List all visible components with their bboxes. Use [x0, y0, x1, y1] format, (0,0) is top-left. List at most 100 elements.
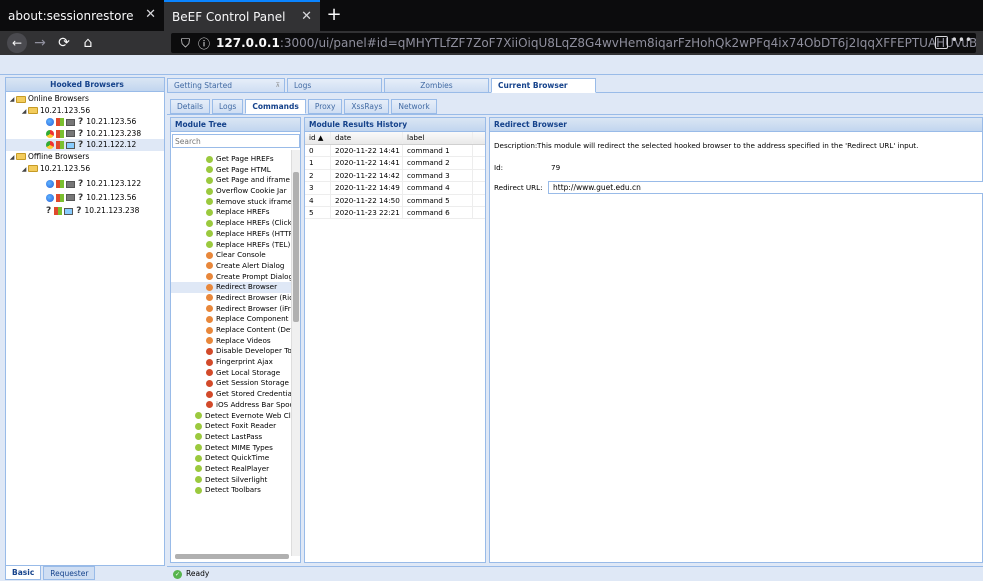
module-item[interactable]: Clear Console	[171, 250, 292, 261]
new-tab-button[interactable]: +	[320, 0, 348, 31]
module-label: Get Page and iframe HTML	[216, 175, 292, 185]
module-label: Redirect Browser (iFrame)	[216, 303, 292, 313]
tab-commands[interactable]: Commands	[245, 99, 306, 114]
tab-logs[interactable]: Logs	[287, 78, 382, 93]
module-item[interactable]: Fingerprint Ajax	[171, 357, 292, 368]
module-label: Redirect Browser (Rickroll)	[216, 292, 292, 302]
folder-icon	[28, 107, 38, 115]
module-item[interactable]: iOS Address Bar Spoofing	[171, 400, 292, 411]
hooked-browser-node[interactable]: ? 10.21.123.122	[6, 178, 164, 190]
tab-proxy[interactable]: Proxy	[307, 99, 343, 114]
tab-current-browser[interactable]: Current Browser	[491, 78, 596, 93]
module-item[interactable]: Create Alert Dialog	[171, 261, 292, 272]
module-item[interactable]: Disable Developer Tools	[171, 346, 292, 357]
close-tab-icon[interactable]: ✕	[301, 9, 312, 24]
table-row[interactable]: 4 2020-11-22 14:50 command 5	[305, 194, 485, 207]
tab-network[interactable]: Network	[391, 99, 437, 114]
module-label: Create Alert Dialog	[216, 260, 285, 270]
tab-requester[interactable]: Requester	[43, 566, 96, 580]
module-item[interactable]: Detect Evernote Web Clipper	[171, 411, 292, 422]
table-row[interactable]: 3 2020-11-22 14:49 command 4	[305, 182, 485, 195]
column-id[interactable]: id ▲	[305, 132, 331, 144]
module-item[interactable]: Replace Videos	[171, 336, 292, 347]
module-item[interactable]: Get Stored Credentials	[171, 389, 292, 400]
module-item[interactable]: Detect QuickTime	[171, 453, 292, 464]
os-icon	[56, 129, 64, 138]
hooked-browser-node[interactable]: ?? 10.21.123.238	[6, 205, 164, 217]
scrollbar-thumb[interactable]	[293, 172, 299, 322]
tab-basic[interactable]: Basic	[5, 566, 42, 580]
shield-icon[interactable]: ⛉	[181, 36, 190, 51]
info-icon[interactable]: ⓘ	[198, 35, 210, 52]
column-label[interactable]: label	[403, 132, 473, 144]
module-item[interactable]: Get Local Storage	[171, 368, 292, 379]
redirect-url-input[interactable]	[548, 181, 983, 194]
home-icon[interactable]: ⌂	[77, 35, 99, 51]
module-item[interactable]: Replace HREFs	[171, 207, 292, 218]
redirect-url-label: Redirect URL:	[494, 183, 543, 192]
tree-offline-group[interactable]: ◢ 10.21.123.56	[6, 163, 164, 175]
collapse-arrow-icon[interactable]: ◢	[20, 164, 28, 176]
table-row[interactable]: 0 2020-11-22 14:41 command 1	[305, 145, 485, 158]
back-arrow-icon[interactable]: ←	[7, 33, 27, 53]
module-label: Detect Silverlight	[205, 474, 268, 484]
table-row[interactable]: 2 2020-11-22 14:42 command 3	[305, 169, 485, 183]
tab-getting-started[interactable]: Getting Started ⊼	[167, 78, 285, 93]
table-row[interactable]: 1 2020-11-22 14:41 command 2	[305, 157, 485, 170]
module-item[interactable]: Replace HREFs (Click Events)	[171, 218, 292, 229]
module-item[interactable]: Redirect Browser	[171, 282, 292, 293]
hooked-browser-node[interactable]: ? 10.21.122.12	[6, 139, 164, 151]
reader-view-icon[interactable]	[935, 36, 948, 49]
browser-tab-sessionrestore[interactable]: about:sessionrestore ✕	[0, 0, 164, 31]
column-date[interactable]: date	[331, 132, 403, 144]
module-item[interactable]: Get Page and iframe HTML	[171, 175, 292, 186]
tree-online-browsers[interactable]: ◢ Online Browsers	[6, 93, 164, 105]
module-label: Detect Evernote Web Clipper	[205, 410, 292, 420]
module-item[interactable]: Get Session Storage	[171, 378, 292, 389]
os-icon	[56, 180, 64, 189]
module-item[interactable]: Create Prompt Dialog	[171, 272, 292, 283]
module-label: Fingerprint Ajax	[216, 357, 273, 367]
module-tree-scrollbar[interactable]	[291, 150, 300, 556]
module-item[interactable]: Replace Component (Deface)	[171, 314, 292, 325]
more-menu-icon[interactable]: •••	[951, 33, 972, 47]
url-host: 127.0.0.1	[216, 36, 280, 50]
hooked-browser-node[interactable]: ? 10.21.123.56	[6, 192, 164, 204]
module-item[interactable]: Detect LastPass	[171, 432, 292, 443]
browser-tab-beef[interactable]: BeEF Control Panel ✕	[164, 0, 320, 31]
hooked-browser-node[interactable]: ? 10.21.123.56	[6, 116, 164, 128]
address-bar[interactable]: ⛉ ⓘ 127.0.0.1:3000/ui/panel#id=qMHYTLfZF…	[171, 33, 976, 53]
module-item[interactable]: Detect RealPlayer	[171, 464, 292, 475]
module-search-input[interactable]	[172, 134, 300, 148]
close-tab-icon[interactable]: ✕	[145, 7, 156, 22]
module-item[interactable]: Overflow Cookie Jar	[171, 186, 292, 197]
module-item[interactable]: Detect Toolbars	[171, 485, 292, 496]
status-dot-icon	[206, 315, 213, 323]
tab-browser-logs[interactable]: Logs	[212, 99, 244, 114]
reload-icon[interactable]: ⟳	[53, 35, 75, 51]
module-item[interactable]: Redirect Browser (iFrame)	[171, 304, 292, 315]
table-cell: 2020-11-22 14:42	[331, 169, 403, 182]
module-item[interactable]: Get Page HREFs	[171, 154, 292, 165]
pin-icon[interactable]: ⊼	[276, 79, 280, 92]
table-cell: 0	[305, 145, 331, 157]
forward-arrow-icon[interactable]: →	[29, 35, 51, 51]
tab-xssrays[interactable]: XssRays	[344, 99, 390, 114]
module-item[interactable]: Remove stuck iframes	[171, 197, 292, 208]
tab-zombies[interactable]: Zombies	[384, 78, 489, 93]
table-row[interactable]: 5 2020-11-23 22:21 command 6	[305, 206, 485, 220]
horizontal-scrollbar[interactable]	[175, 554, 289, 559]
tree-online-group[interactable]: ◢ 10.21.123.56	[6, 105, 164, 117]
module-item[interactable]: Replace HREFs (HTTPS)	[171, 229, 292, 240]
module-item[interactable]: Detect Silverlight	[171, 475, 292, 486]
hooked-browser-node[interactable]: ? 10.21.123.238	[6, 128, 164, 140]
module-item[interactable]: Detect Foxit Reader	[171, 421, 292, 432]
module-item[interactable]: Replace HREFs (TEL)	[171, 240, 292, 251]
status-dot-icon	[206, 401, 213, 409]
module-item[interactable]: Redirect Browser (Rickroll)	[171, 293, 292, 304]
tree-offline-browsers[interactable]: ◢ Offline Browsers	[6, 151, 164, 163]
module-item[interactable]: Detect MIME Types	[171, 443, 292, 454]
module-item[interactable]: Get Page HTML	[171, 165, 292, 176]
module-item[interactable]: Replace Content (Deface)	[171, 325, 292, 336]
tab-details[interactable]: Details	[170, 99, 211, 114]
